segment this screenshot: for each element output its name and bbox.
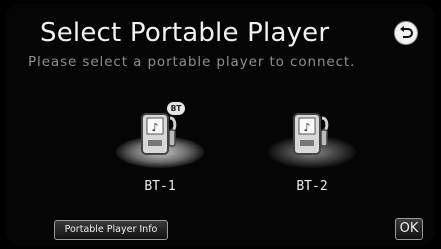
page-subtitle: Please select a portable player to conne…	[28, 54, 356, 70]
page-title: Select Portable Player	[40, 18, 330, 48]
back-button[interactable]	[394, 21, 418, 45]
device-bt-1[interactable]: ♪ BT-1	[100, 104, 220, 214]
device-bt-2[interactable]: ♪ BT-2	[252, 104, 372, 214]
svg-text:♪: ♪	[303, 121, 310, 134]
portable-music-player-icon: ♪	[293, 113, 329, 155]
portable-music-player-icon: ♪	[141, 113, 177, 155]
bt-connected-badge: BT	[167, 102, 185, 115]
device-label: BT-2	[296, 179, 328, 194]
back-arrow-icon	[400, 26, 413, 38]
svg-text:♪: ♪	[151, 121, 158, 134]
device-label: BT-1	[144, 179, 176, 194]
portable-player-info-button[interactable]: Portable Player Info	[54, 220, 168, 240]
screen: Select Portable Player Please select a p…	[6, 4, 435, 245]
ok-button[interactable]: OK	[395, 218, 423, 240]
